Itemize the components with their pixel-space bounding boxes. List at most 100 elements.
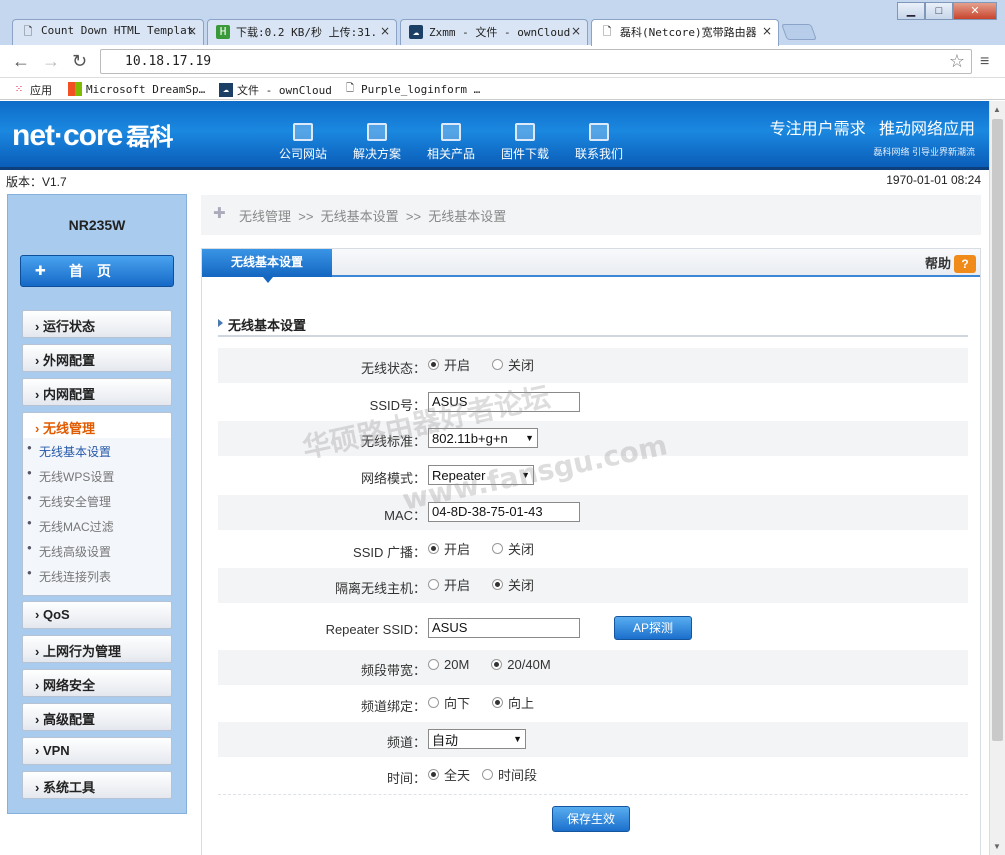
radio-wireless-on[interactable]: 开启 — [428, 355, 470, 374]
radio-label: 全天 — [444, 768, 471, 783]
radio-checked[interactable] — [492, 697, 504, 708]
mode-select[interactable]: Repeater ▼ — [428, 465, 534, 485]
radio-label: 20M — [444, 657, 470, 672]
radio-checked[interactable] — [491, 659, 503, 670]
menu-icon[interactable]: ≡ — [980, 53, 989, 71]
menu-qos[interactable]: › QoS — [22, 601, 172, 629]
bookmark-label: 应用 — [30, 84, 52, 97]
bookmark-item[interactable]: ☁ 文件 - ownCloud — [219, 82, 332, 98]
radio-isolate-off[interactable]: 关闭 — [492, 575, 534, 594]
nav-contact[interactable]: 联系我们 — [562, 123, 636, 162]
radio-checked[interactable] — [428, 543, 439, 554]
download-icon — [515, 123, 535, 141]
radio-broadcast-off[interactable]: 关闭 — [492, 539, 534, 558]
radio-checked[interactable] — [428, 359, 439, 370]
radio-unchecked[interactable] — [492, 543, 504, 554]
bookmark-item[interactable]: Microsoft DreamSp… — [68, 82, 205, 96]
repeater-ssid-input[interactable]: ASUS — [428, 618, 580, 638]
radio-unchecked[interactable] — [482, 769, 494, 780]
back-arrow-icon[interactable]: ← — [12, 51, 30, 71]
radio-unchecked[interactable] — [428, 579, 439, 590]
bookmark-item[interactable]: 🗋 Purple_loginform … — [343, 82, 480, 96]
radio-bw-2040[interactable]: 20/40M — [491, 657, 551, 672]
browser-tab[interactable]: ☁ Zxmm - 文件 - ownCloud × — [400, 19, 588, 45]
help-button[interactable]: 帮助? — [925, 253, 976, 273]
close-tab-icon[interactable]: × — [187, 24, 197, 38]
menu-label: 无线管理 — [42, 421, 95, 436]
url-input[interactable]: 10.18.17.19 ☆ — [100, 49, 972, 74]
close-window-icon[interactable]: ✕ — [953, 2, 997, 20]
submenu-wireless-mac[interactable]: 无线MAC过滤 — [23, 513, 171, 538]
radio-unchecked[interactable] — [428, 659, 439, 670]
menu-wan-config[interactable]: › 外网配置 — [22, 344, 172, 372]
radio-checked[interactable] — [492, 579, 504, 590]
nav-solutions[interactable]: 解决方案 — [340, 123, 414, 162]
radio-isolate-on[interactable]: 开启 — [428, 575, 470, 594]
menu-wireless[interactable]: › 无线管理 — [22, 412, 172, 440]
nav-products[interactable]: 相关产品 — [414, 123, 488, 162]
radio-bind-down[interactable]: 向下 — [428, 693, 470, 712]
submenu-wireless-basic[interactable]: 无线基本设置 — [23, 438, 171, 463]
slogan-text: 专注用户需求 推动网络应用 — [769, 121, 975, 138]
radio-time-period[interactable]: 时间段 — [482, 765, 537, 784]
help-label: 帮助 — [924, 256, 951, 271]
menu-running-status[interactable]: › 运行状态 — [22, 310, 172, 338]
submenu-wireless-wps[interactable]: 无线WPS设置 — [23, 463, 171, 488]
menu-behavior[interactable]: › 上网行为管理 — [22, 635, 172, 663]
radio-label: 向上 — [508, 696, 535, 711]
tab-wireless-basic[interactable]: 无线基本设置 — [202, 249, 332, 283]
minimize-icon[interactable]: ▁ — [897, 2, 925, 20]
radio-label: 关闭 — [508, 542, 535, 557]
menu-lan-config[interactable]: › 内网配置 — [22, 378, 172, 406]
channel-select[interactable]: 自动 ▼ — [428, 729, 526, 749]
new-tab-button[interactable] — [781, 24, 817, 40]
help-icon: ? — [954, 255, 976, 273]
field-label: 时间： — [386, 771, 426, 786]
nav-firmware[interactable]: 固件下载 — [488, 123, 562, 162]
forward-arrow-icon[interactable]: → — [42, 51, 60, 71]
mac-input[interactable]: 04-8D-38-75-01-43 — [428, 502, 580, 522]
menu-system-tools[interactable]: › 系统工具 — [22, 771, 172, 799]
scroll-up-icon[interactable]: ▲ — [993, 105, 1001, 114]
standard-select[interactable]: 802.11b+g+n ▼ — [428, 428, 538, 448]
radio-unchecked[interactable] — [428, 697, 439, 708]
ap-scan-button[interactable]: AP探测 — [614, 616, 692, 640]
browser-tab-active[interactable]: 🗋 磊科(Netcore)宽带路由器 × — [591, 19, 779, 46]
radio-bw-20[interactable]: 20M — [428, 657, 469, 672]
menu-security[interactable]: › 网络安全 — [22, 669, 172, 697]
submenu-wireless-clients[interactable]: 无线连接列表 — [23, 563, 171, 588]
nav-label: 联系我们 — [574, 147, 623, 161]
submenu-wireless-advanced[interactable]: 无线高级设置 — [23, 538, 171, 563]
vertical-scrollbar[interactable]: ▲ ▼ — [989, 101, 1005, 855]
scroll-down-icon[interactable]: ▼ — [993, 842, 1001, 851]
radio-unchecked[interactable] — [492, 359, 504, 370]
bookmark-item[interactable]: ⁙ 应用 — [12, 82, 52, 98]
radio-time-allday[interactable]: 全天 — [428, 765, 470, 784]
logo-text: net·core — [12, 119, 123, 152]
close-tab-icon[interactable]: × — [380, 24, 390, 38]
maximize-icon[interactable]: □ — [925, 2, 953, 20]
menu-advanced[interactable]: › 高级配置 — [22, 703, 172, 731]
radio-bind-up[interactable]: 向上 — [492, 693, 534, 712]
close-tab-icon[interactable]: × — [762, 24, 772, 38]
radio-wireless-off[interactable]: 关闭 — [492, 355, 534, 374]
ssid-input[interactable]: ASUS — [428, 392, 580, 412]
browser-tab[interactable]: 🗋 Count Down HTML Templat × — [12, 19, 204, 45]
save-button[interactable]: 保存生效 — [552, 806, 630, 832]
tab-title: Count Down HTML Templat — [41, 24, 194, 37]
radio-broadcast-on[interactable]: 开启 — [428, 539, 470, 558]
monitor-icon — [293, 123, 313, 141]
reload-icon[interactable]: ↻ — [72, 51, 87, 71]
ssid-broadcast-radios: 开启 关闭 — [428, 539, 556, 558]
datetime-text: 1970-01-01 08:24 — [886, 173, 981, 187]
nav-company-site[interactable]: 公司网站 — [266, 123, 340, 162]
close-tab-icon[interactable]: × — [571, 24, 581, 38]
bookmark-star-icon[interactable]: ☆ — [949, 51, 965, 72]
menu-vpn[interactable]: › VPN — [22, 737, 172, 765]
submenu-wireless-security[interactable]: 无线安全管理 — [23, 488, 171, 513]
router-icon — [441, 123, 461, 141]
browser-tab[interactable]: H 下载:0.2 KB/秒 上传:31. × — [207, 19, 397, 45]
scroll-thumb[interactable] — [992, 119, 1003, 741]
home-button[interactable]: ✚ 首页 — [20, 255, 174, 287]
radio-checked[interactable] — [428, 769, 439, 780]
